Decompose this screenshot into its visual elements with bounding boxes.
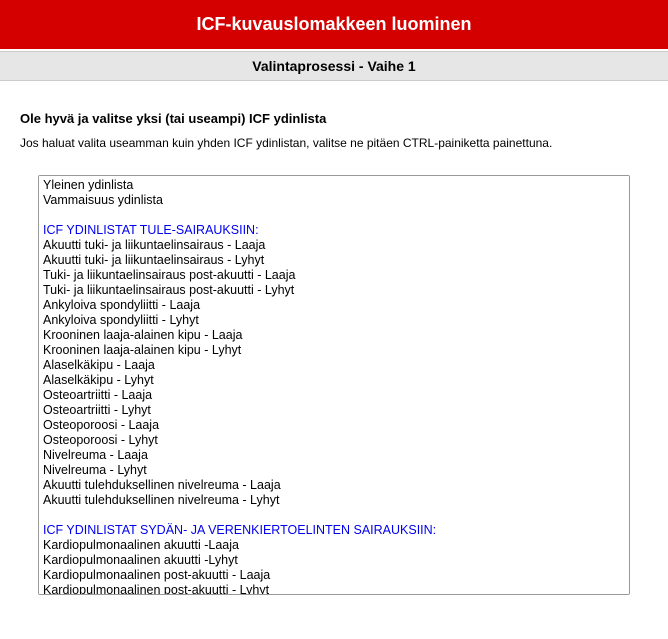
- list-item[interactable]: Krooninen laaja-alainen kipu - Laaja: [41, 328, 627, 343]
- list-item[interactable]: Kardiopulmonaalinen akuutti -Laaja: [41, 538, 627, 553]
- list-item[interactable]: Osteoartriitti - Lyhyt: [41, 403, 627, 418]
- selection-prompt: Ole hyvä ja valitse yksi (tai useampi) I…: [20, 111, 648, 126]
- list-item[interactable]: Akuutti tulehduksellinen nivelreuma - La…: [41, 478, 627, 493]
- page-title: ICF-kuvauslomakkeen luominen: [196, 14, 471, 34]
- list-item[interactable]: Osteoporoosi - Laaja: [41, 418, 627, 433]
- list-item[interactable]: Akuutti tulehduksellinen nivelreuma - Ly…: [41, 493, 627, 508]
- list-item[interactable]: Osteoartriitti - Laaja: [41, 388, 627, 403]
- list-item[interactable]: Alaselkäkipu - Laaja: [41, 358, 627, 373]
- list-item[interactable]: Ankyloiva spondyliitti - Lyhyt: [41, 313, 627, 328]
- list-item[interactable]: Tuki- ja liikuntaelinsairaus post-akuutt…: [41, 283, 627, 298]
- core-set-select[interactable]: Yleinen ydinlistaVammaisuus ydinlista IC…: [38, 175, 630, 595]
- list-item[interactable]: Kardiopulmonaalinen post-akuutti - Lyhyt: [41, 583, 627, 595]
- list-container: Yleinen ydinlistaVammaisuus ydinlista IC…: [38, 175, 630, 595]
- list-item[interactable]: Nivelreuma - Laaja: [41, 448, 627, 463]
- list-item[interactable]: Tuki- ja liikuntaelinsairaus post-akuutt…: [41, 268, 627, 283]
- list-item[interactable]: Akuutti tuki- ja liikuntaelinsairaus - L…: [41, 238, 627, 253]
- list-item[interactable]: Vammaisuus ydinlista: [41, 193, 627, 208]
- list-item[interactable]: Alaselkäkipu - Lyhyt: [41, 373, 627, 388]
- list-item[interactable]: Kardiopulmonaalinen post-akuutti - Laaja: [41, 568, 627, 583]
- list-item[interactable]: Yleinen ydinlista: [41, 178, 627, 193]
- list-item[interactable]: Ankyloiva spondyliitti - Laaja: [41, 298, 627, 313]
- list-item[interactable]: Osteoporoosi - Lyhyt: [41, 433, 627, 448]
- list-item[interactable]: Kardiopulmonaalinen akuutti -Lyhyt: [41, 553, 627, 568]
- content-area: Ole hyvä ja valitse yksi (tai useampi) I…: [0, 81, 668, 605]
- list-blank: [41, 208, 627, 223]
- list-item[interactable]: Akuutti tuki- ja liikuntaelinsairaus - L…: [41, 253, 627, 268]
- page-header: ICF-kuvauslomakkeen luominen: [0, 0, 668, 49]
- selection-hint: Jos haluat valita useamman kuin yhden IC…: [20, 136, 648, 150]
- list-item[interactable]: Nivelreuma - Lyhyt: [41, 463, 627, 478]
- list-blank: [41, 508, 627, 523]
- list-group-header: ICF YDINLISTAT SYDÄN- JA VERENKIERTOELIN…: [41, 523, 627, 538]
- step-subheader: Valintaprosessi - Vaihe 1: [0, 51, 668, 81]
- list-group-header: ICF YDINLISTAT TULE-SAIRAUKSIIN:: [41, 223, 627, 238]
- list-item[interactable]: Krooninen laaja-alainen kipu - Lyhyt: [41, 343, 627, 358]
- step-label: Valintaprosessi - Vaihe 1: [252, 58, 415, 74]
